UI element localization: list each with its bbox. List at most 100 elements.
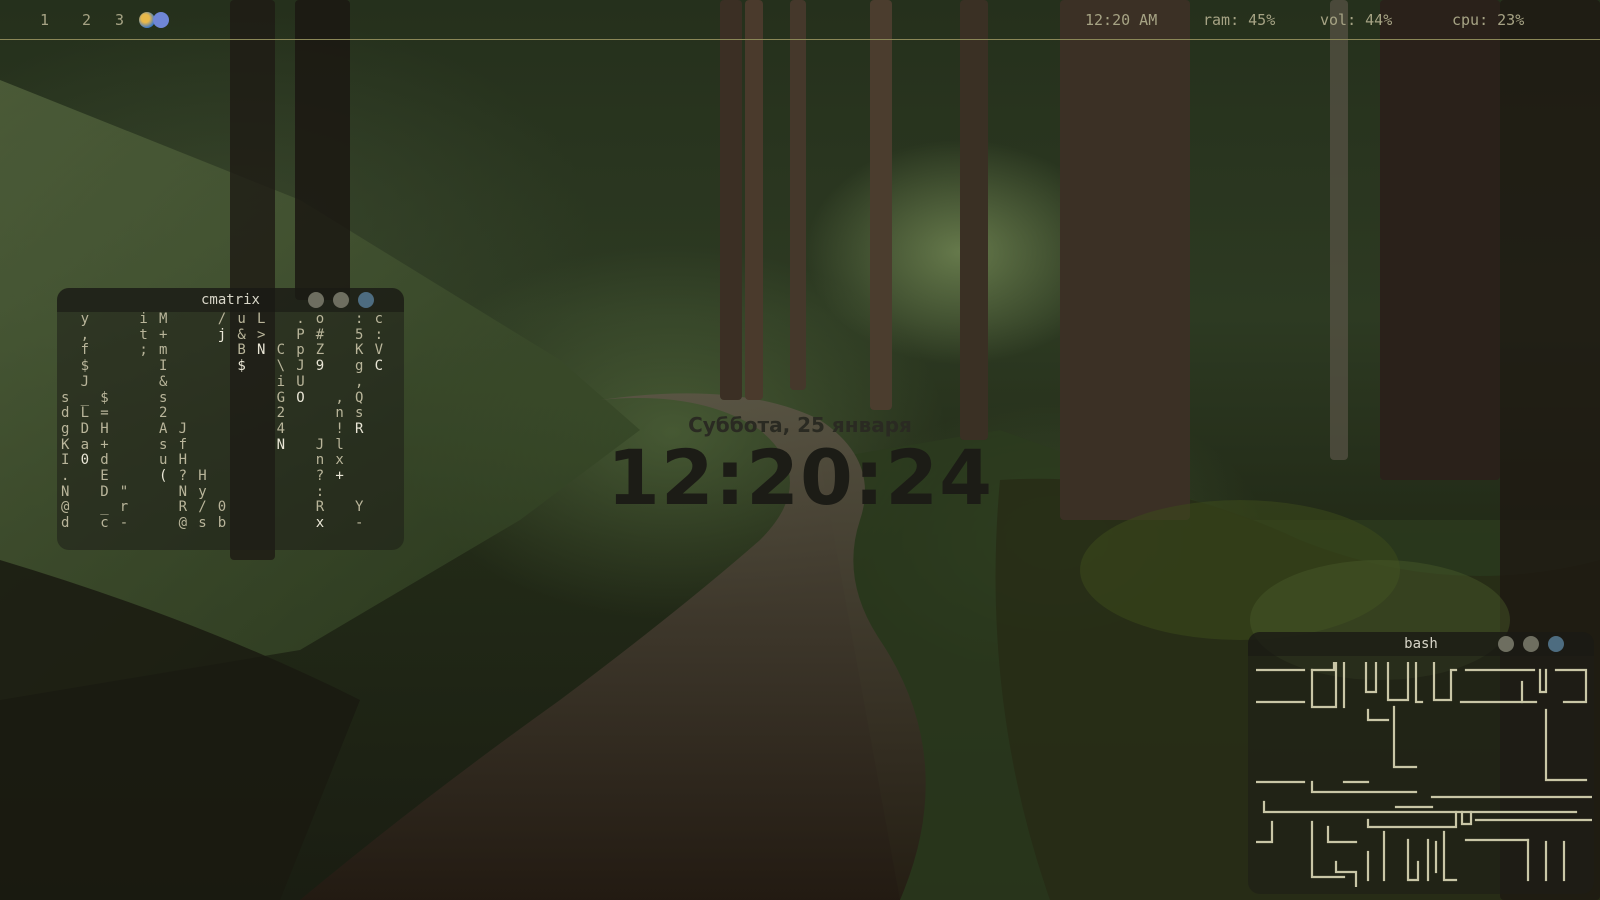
workspace-3[interactable]: 3 xyxy=(115,11,124,29)
matrix-char: J xyxy=(178,420,188,437)
matrix-char: B xyxy=(237,342,246,359)
matrix-char: u xyxy=(237,311,246,327)
matrix-char: d xyxy=(100,452,109,469)
tree-trunk xyxy=(1380,0,1500,480)
matrix-char: V xyxy=(374,342,384,359)
workspace-1[interactable]: 1 xyxy=(40,11,49,29)
tree-trunk xyxy=(790,0,806,390)
matrix-char xyxy=(120,421,128,437)
matrix-column: . P p J U O xyxy=(296,311,305,406)
matrix-char: I xyxy=(159,358,168,375)
matrix-char: s xyxy=(61,389,70,406)
matrix-char: r xyxy=(119,499,129,516)
matrix-char: , xyxy=(355,373,364,390)
matrix-char xyxy=(277,311,285,327)
matrix-char: 4 xyxy=(276,420,286,437)
matrix-char: H xyxy=(198,468,207,485)
matrix-char: u xyxy=(159,452,168,469)
minimize-button[interactable] xyxy=(308,292,324,308)
matrix-char: E xyxy=(100,468,109,485)
cmatrix-window[interactable]: cmatrix s d g K I . N @ dy , f $ J _ L D… xyxy=(57,288,404,550)
tree-trunk xyxy=(1330,0,1348,460)
matrix-char: P xyxy=(296,326,305,343)
matrix-char: , xyxy=(80,326,90,343)
matrix-char xyxy=(120,374,128,390)
close-button[interactable] xyxy=(358,292,374,308)
matrix-char xyxy=(81,499,89,515)
matrix-column: H y / s xyxy=(198,312,206,532)
matrix-char: ( xyxy=(159,468,168,485)
matrix-column: M + m I & s 2 A s u ( xyxy=(159,311,168,485)
maximize-button[interactable] xyxy=(333,292,349,308)
matrix-char: N xyxy=(61,483,70,500)
matrix-char: R xyxy=(355,420,364,437)
matrix-char: Q xyxy=(355,389,364,406)
matrix-char xyxy=(316,405,324,421)
matrix-column: u & B $ xyxy=(237,311,246,375)
matrix-column: c : V C xyxy=(374,311,384,375)
matrix-char xyxy=(100,342,108,358)
matrix-char xyxy=(61,358,69,374)
matrix-char: L xyxy=(257,311,266,327)
matrix-char: M xyxy=(159,311,168,327)
matrix-char: J xyxy=(315,436,325,453)
close-button[interactable] xyxy=(1548,636,1564,652)
matrix-char: c xyxy=(100,515,109,532)
matrix-char: - xyxy=(119,515,129,532)
matrix-char xyxy=(81,484,89,500)
cmatrix-titlebar[interactable]: cmatrix xyxy=(57,288,404,312)
matrix-char: N xyxy=(276,436,286,453)
matrix-char: H xyxy=(178,452,188,469)
cpu-indicator: cpu: 23% xyxy=(1452,11,1525,29)
matrix-char: C xyxy=(374,358,384,375)
ram-indicator: ram: 45% xyxy=(1203,11,1276,29)
maze-output xyxy=(1256,662,1592,887)
minimize-button[interactable] xyxy=(1498,636,1514,652)
matrix-char: s xyxy=(198,515,207,532)
bash-titlebar[interactable]: bash xyxy=(1248,632,1594,656)
volume-indicator[interactable]: vol: 44% xyxy=(1320,11,1392,29)
matrix-char xyxy=(218,358,226,374)
matrix-char xyxy=(61,327,69,343)
matrix-char xyxy=(335,374,343,390)
matrix-char: / xyxy=(217,311,227,327)
matrix-char: ! xyxy=(335,420,344,437)
matrix-char: o xyxy=(315,311,325,327)
matrix-char: d xyxy=(61,515,70,532)
matrix-char xyxy=(198,311,206,327)
matrix-char xyxy=(100,358,108,374)
matrix-char xyxy=(218,374,226,390)
matrix-char xyxy=(355,452,363,468)
bash-window[interactable]: bash xyxy=(1248,632,1594,894)
matrix-char: x xyxy=(315,515,325,532)
matrix-char: " xyxy=(119,483,129,500)
matrix-char: D xyxy=(80,420,90,437)
matrix-char: g xyxy=(61,420,70,437)
matrix-char xyxy=(120,452,128,468)
matrix-char: J xyxy=(80,373,90,390)
matrix-char xyxy=(198,452,206,468)
matrix-char: n xyxy=(315,452,325,469)
matrix-char xyxy=(179,405,187,421)
matrix-char xyxy=(179,311,187,327)
matrix-char: : xyxy=(374,326,384,343)
matrix-char xyxy=(100,374,108,390)
matrix-char: J xyxy=(296,358,305,375)
matrix-char: t xyxy=(139,326,148,343)
matrix-char xyxy=(120,405,128,421)
matrix-char: 5 xyxy=(355,326,364,343)
maximize-button[interactable] xyxy=(1523,636,1539,652)
matrix-char xyxy=(218,468,226,484)
matrix-char: > xyxy=(257,326,266,343)
matrix-char xyxy=(120,311,128,327)
matrix-char xyxy=(120,342,128,358)
matrix-char xyxy=(61,374,69,390)
matrix-char: = xyxy=(100,405,109,422)
discord-icon[interactable] xyxy=(153,12,169,28)
matrix-char: @ xyxy=(178,515,188,532)
matrix-char: n xyxy=(335,405,344,422)
workspace-2[interactable]: 2 xyxy=(82,11,91,29)
matrix-char xyxy=(218,421,226,437)
window-title: cmatrix xyxy=(200,292,260,308)
matrix-char: & xyxy=(237,326,246,343)
